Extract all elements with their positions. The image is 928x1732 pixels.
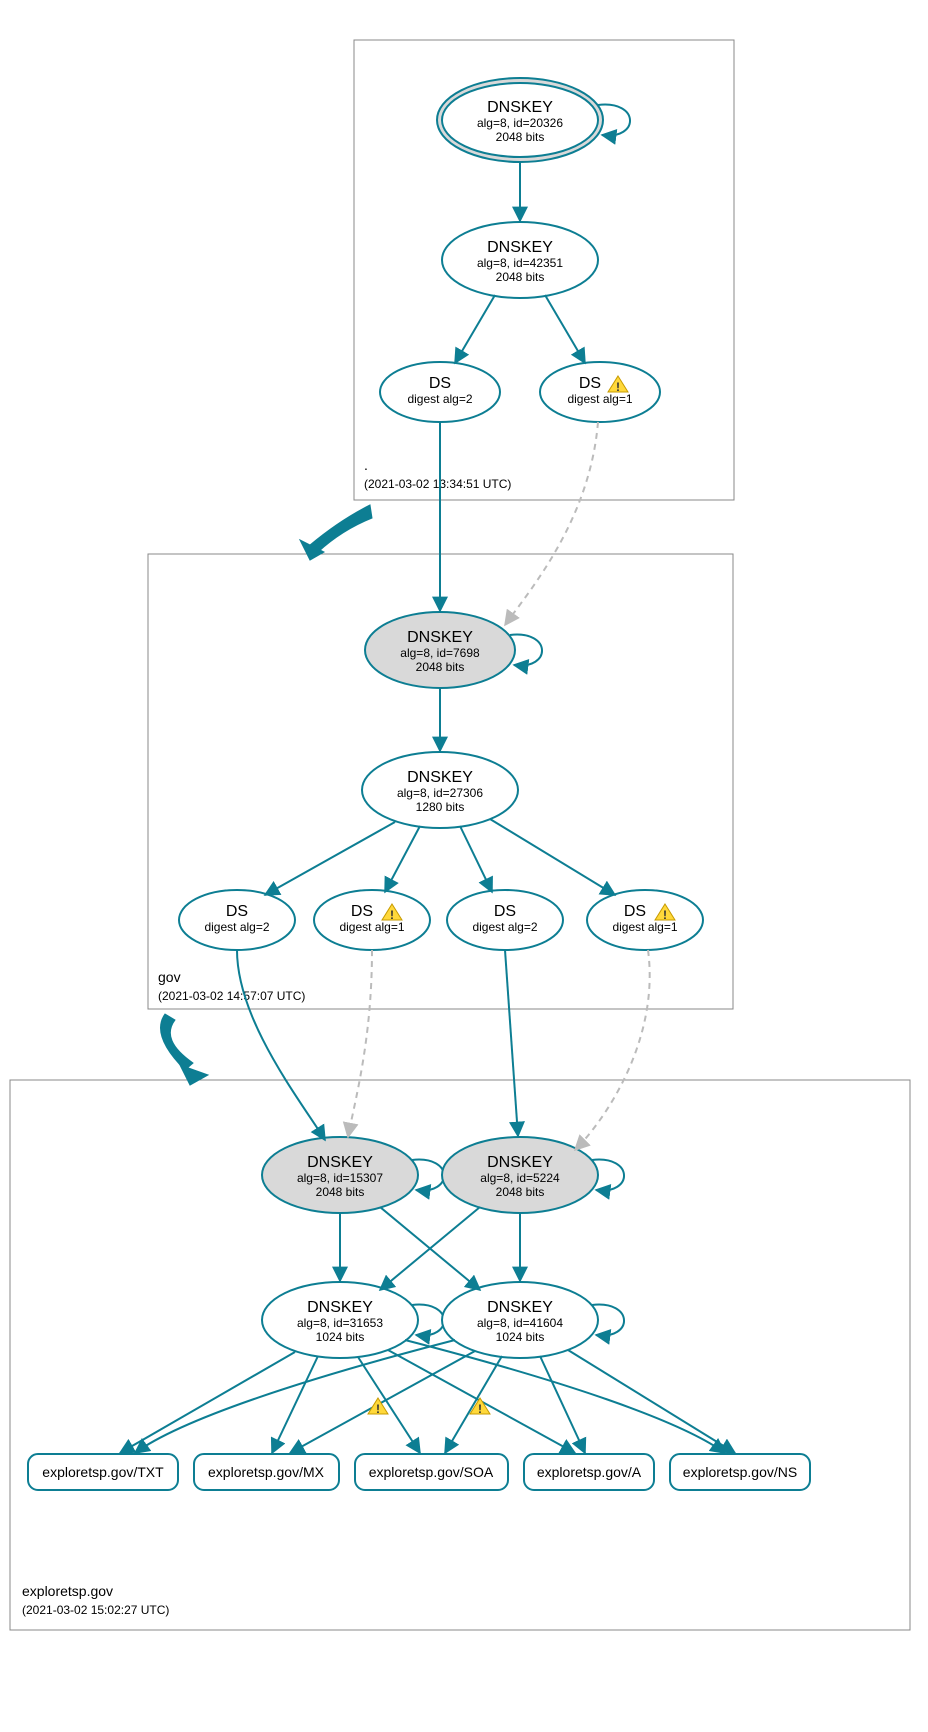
node-gov-ds1[interactable]: DS digest alg=2 — [179, 890, 295, 950]
svg-text:alg=8, id=5224: alg=8, id=5224 — [480, 1171, 560, 1185]
zone-domain-ts: (2021-03-02 15:02:27 UTC) — [22, 1603, 169, 1617]
svg-text:2048 bits: 2048 bits — [496, 130, 545, 144]
node-gov-ds4[interactable]: DS digest alg=1 ! — [587, 890, 703, 950]
node-root-ksk[interactable]: DNSKEY alg=8, id=20326 2048 bits — [437, 78, 603, 162]
svg-text:DNSKEY: DNSKEY — [487, 1154, 553, 1171]
svg-text:DNSKEY: DNSKEY — [407, 629, 473, 646]
svg-text:digest alg=1: digest alg=1 — [567, 392, 632, 406]
svg-text:DS: DS — [494, 903, 516, 920]
node-rr-txt[interactable]: exploretsp.gov/TXT — [28, 1454, 178, 1490]
dnssec-diagram: . (2021-03-02 13:34:51 UTC) gov (2021-03… — [0, 0, 928, 1732]
svg-text:1280 bits: 1280 bits — [416, 800, 465, 814]
edge-rootds2-govksk — [505, 422, 598, 625]
svg-text:alg=8, id=42351: alg=8, id=42351 — [477, 256, 563, 270]
edge-rootzsk-ds2 — [545, 295, 585, 363]
svg-text:2048 bits: 2048 bits — [416, 660, 465, 674]
svg-text:exploretsp.gov/MX: exploretsp.gov/MX — [208, 1464, 325, 1480]
svg-text:exploretsp.gov/A: exploretsp.gov/A — [537, 1464, 642, 1480]
node-gov-zsk[interactable]: DNSKEY alg=8, id=27306 1280 bits — [362, 752, 518, 828]
svg-text:!: ! — [663, 908, 667, 922]
svg-text:alg=8, id=31653: alg=8, id=31653 — [297, 1316, 383, 1330]
edge-govds3-domksk2 — [505, 950, 518, 1136]
svg-text:digest alg=2: digest alg=2 — [204, 920, 269, 934]
svg-text:!: ! — [390, 908, 394, 922]
svg-text:exploretsp.gov/NS: exploretsp.gov/NS — [683, 1464, 797, 1480]
zone-arrow-gov-to-domain — [161, 1014, 194, 1070]
node-dom-ksk1[interactable]: DNSKEY alg=8, id=15307 2048 bits — [262, 1137, 418, 1213]
svg-text:digest alg=1: digest alg=1 — [339, 920, 404, 934]
svg-text:!: ! — [376, 1402, 380, 1416]
svg-text:DS: DS — [351, 903, 373, 920]
edge-govds2-domksk1 — [348, 950, 372, 1137]
node-root-ds1[interactable]: DS digest alg=2 — [380, 362, 500, 422]
svg-text:alg=8, id=41604: alg=8, id=41604 — [477, 1316, 563, 1330]
svg-text:digest alg=2: digest alg=2 — [472, 920, 537, 934]
svg-text:exploretsp.gov/SOA: exploretsp.gov/SOA — [369, 1464, 494, 1480]
node-root-zsk[interactable]: DNSKEY alg=8, id=42351 2048 bits — [442, 222, 598, 298]
node-rr-soa[interactable]: exploretsp.gov/SOA — [355, 1454, 508, 1490]
zone-gov-name: gov — [158, 969, 181, 985]
svg-text:DNSKEY: DNSKEY — [487, 1299, 553, 1316]
svg-text:DS: DS — [579, 375, 601, 392]
edge-rootzsk-ds1 — [455, 295, 495, 363]
node-dom-ksk2[interactable]: DNSKEY alg=8, id=5224 2048 bits — [442, 1137, 598, 1213]
zone-arrow-root-to-gov — [310, 505, 372, 552]
node-dom-zsk1[interactable]: DNSKEY alg=8, id=31653 1024 bits — [262, 1282, 418, 1358]
svg-text:2048 bits: 2048 bits — [316, 1185, 365, 1199]
svg-text:DNSKEY: DNSKEY — [307, 1299, 373, 1316]
svg-text:DS: DS — [226, 903, 248, 920]
zone-domain-name: exploretsp.gov — [22, 1583, 113, 1599]
edge-govds4-domksk2 — [575, 950, 650, 1150]
svg-text:DNSKEY: DNSKEY — [487, 99, 553, 116]
node-gov-ksk[interactable]: DNSKEY alg=8, id=7698 2048 bits — [365, 612, 515, 688]
edge-govzsk-ds1 — [265, 822, 395, 895]
svg-text:digest alg=1: digest alg=1 — [612, 920, 677, 934]
node-root-ds2[interactable]: DS digest alg=1 ! — [540, 362, 660, 422]
svg-text:1024 bits: 1024 bits — [496, 1330, 545, 1344]
edge-govzsk-ds4 — [490, 819, 615, 895]
edge-govds1-domksk1 — [237, 950, 325, 1140]
node-rr-a[interactable]: exploretsp.gov/A — [524, 1454, 654, 1490]
node-rr-ns[interactable]: exploretsp.gov/NS — [670, 1454, 810, 1490]
zone-gov-ts: (2021-03-02 14:57:07 UTC) — [158, 989, 305, 1003]
svg-text:2048 bits: 2048 bits — [496, 270, 545, 284]
svg-text:exploretsp.gov/TXT: exploretsp.gov/TXT — [42, 1464, 164, 1480]
svg-text:2048 bits: 2048 bits — [496, 1185, 545, 1199]
svg-text:DNSKEY: DNSKEY — [307, 1154, 373, 1171]
node-rr-mx[interactable]: exploretsp.gov/MX — [194, 1454, 339, 1490]
svg-text:alg=8, id=7698: alg=8, id=7698 — [400, 646, 480, 660]
edge-govzsk-ds2 — [385, 826, 420, 892]
svg-text:!: ! — [478, 1402, 482, 1416]
edge-govzsk-ds3 — [460, 826, 492, 892]
svg-text:!: ! — [616, 380, 620, 394]
svg-text:digest alg=2: digest alg=2 — [407, 392, 472, 406]
zone-root-name: . — [364, 457, 368, 473]
node-gov-ds2[interactable]: DS digest alg=1 ! — [314, 890, 430, 950]
svg-text:1024 bits: 1024 bits — [316, 1330, 365, 1344]
node-dom-zsk2[interactable]: DNSKEY alg=8, id=41604 1024 bits — [442, 1282, 598, 1358]
svg-text:DS: DS — [624, 903, 646, 920]
svg-text:DS: DS — [429, 375, 451, 392]
svg-text:alg=8, id=20326: alg=8, id=20326 — [477, 116, 563, 130]
svg-text:alg=8, id=27306: alg=8, id=27306 — [397, 786, 483, 800]
node-gov-ds3[interactable]: DS digest alg=2 — [447, 890, 563, 950]
svg-text:DNSKEY: DNSKEY — [487, 239, 553, 256]
zone-root-ts: (2021-03-02 13:34:51 UTC) — [364, 477, 511, 491]
svg-text:alg=8, id=15307: alg=8, id=15307 — [297, 1171, 383, 1185]
svg-text:DNSKEY: DNSKEY — [407, 769, 473, 786]
